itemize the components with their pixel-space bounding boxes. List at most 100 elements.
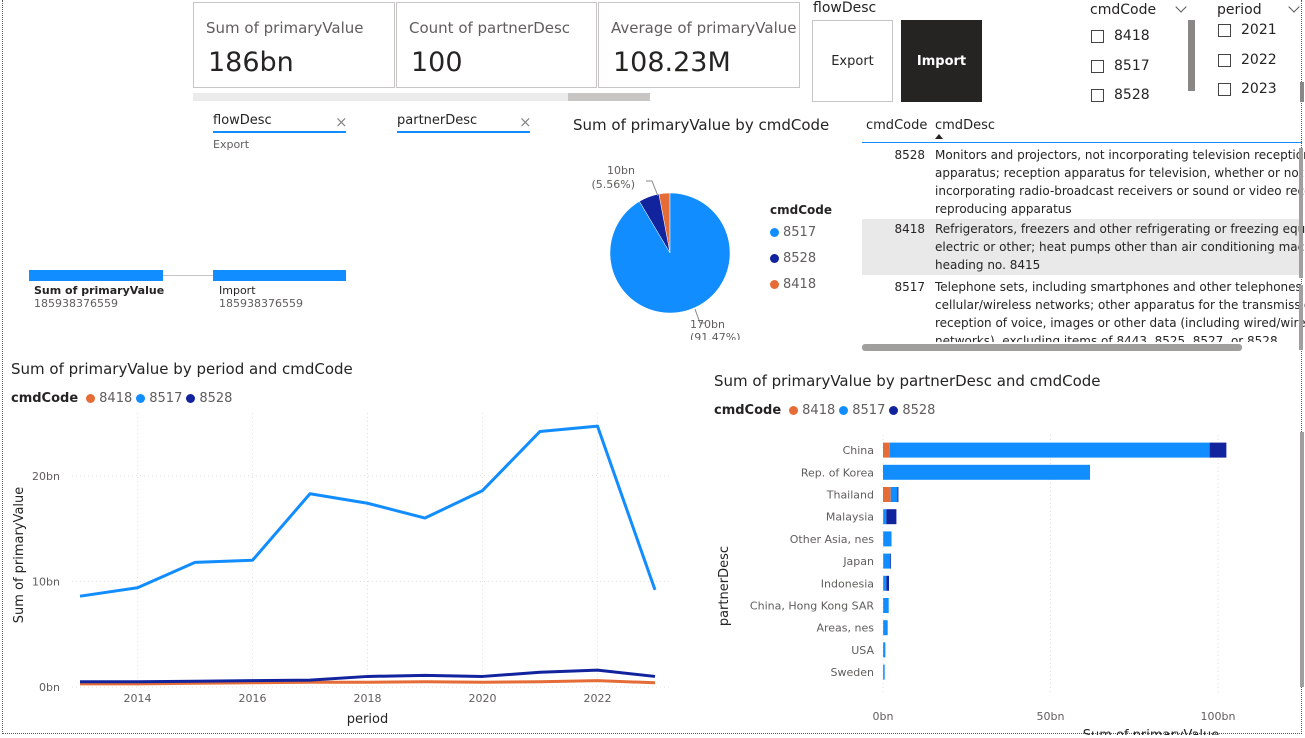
legend-item[interactable]: 8517 [852, 403, 885, 418]
pie-data-label: (91.47%) [690, 331, 741, 340]
kpi-label: Sum of primaryValue [206, 19, 364, 37]
clear-icon[interactable]: × [335, 113, 348, 131]
table-scrollbar-horizontal[interactable] [862, 344, 1242, 351]
period-option[interactable]: 2021 [1218, 22, 1277, 38]
pie-legend-item[interactable]: 8418 [770, 277, 816, 292]
horizontal-scrollbar-thumb[interactable] [568, 93, 650, 101]
bar-segment-8517[interactable] [884, 509, 887, 525]
table-header-desc[interactable]: cmdDesc [935, 118, 995, 133]
bar-segment-8528[interactable] [886, 509, 897, 525]
line-legend: cmdCode 8418 8517 8528 [11, 391, 233, 406]
bar-segment-8517[interactable] [883, 642, 886, 658]
slicer-scrollbar[interactable] [1300, 82, 1304, 102]
bar-segment-8517[interactable] [883, 664, 885, 680]
bar-segment-8418[interactable] [883, 487, 891, 502]
decomp-node-value: 185938376559 [219, 297, 303, 310]
bar-segment-8418[interactable] [883, 509, 885, 525]
bar-segment-8528[interactable] [890, 553, 892, 569]
table-cell-desc: Monitors and projectors, not incorporati… [935, 148, 1305, 216]
period-option[interactable]: 2023 [1218, 81, 1277, 97]
x-axis-title: period [347, 712, 388, 727]
cmdcode-option[interactable]: 8528 [1091, 87, 1150, 103]
bar-segment-8528[interactable] [1209, 442, 1227, 458]
bar-segment-8418[interactable] [883, 442, 890, 458]
y-tick-label: Other Asia, nes [790, 533, 875, 546]
legend-dot-icon [770, 280, 779, 289]
bar-chart-title: Sum of primaryValue by partnerDesc and c… [714, 372, 1101, 390]
legend-dot-icon [839, 406, 849, 415]
partner-filter-underline[interactable] [397, 131, 530, 133]
slicer-scrollbar[interactable] [1188, 20, 1195, 91]
y-tick-label: Rep. of Korea [801, 466, 874, 479]
kpi-value: 100 [411, 47, 463, 78]
kpi-value: 186bn [208, 47, 294, 78]
table-scrollbar-vertical[interactable] [1299, 148, 1303, 278]
checkbox[interactable] [1091, 29, 1104, 43]
legend-item[interactable]: 8517 [149, 391, 182, 406]
kpi-card-count[interactable]: Count of partnerDesc 100 [396, 2, 597, 88]
checkbox[interactable] [1091, 59, 1104, 73]
pie-leader-line[interactable] [646, 180, 659, 197]
pie-legend-item[interactable]: 8528 [770, 251, 816, 266]
y-axis-title: partnerDesc [717, 546, 732, 626]
checkbox[interactable] [1091, 88, 1104, 102]
line-series-8517[interactable] [79, 424, 657, 598]
pie-data-label: (5.56%) [591, 178, 635, 191]
bar-segment-8517[interactable] [883, 598, 889, 613]
table-header-code[interactable]: cmdCode [866, 118, 927, 133]
export-button[interactable]: Export [812, 20, 893, 102]
line-chart[interactable]: 0bn 10bn 20bn 2014 2016 2018 2020 2022 period Sum… [0, 405, 700, 735]
decomp-node-label: Sum of primaryValue [34, 284, 165, 297]
legend-dot-icon [789, 406, 799, 415]
pie-slice-8517[interactable] [609, 192, 731, 314]
cmdcode-option[interactable]: 8517 [1091, 58, 1150, 74]
clear-icon[interactable]: × [519, 113, 532, 131]
table-cell-code: 8418 [894, 222, 925, 236]
bar-segment-8528[interactable] [897, 487, 899, 502]
sort-ascending-icon[interactable] [935, 134, 943, 139]
bar-chart-scrollbar[interactable] [1300, 432, 1304, 687]
bar-segment-8517[interactable] [883, 531, 892, 547]
y-tick-label: 0bn [39, 681, 60, 694]
legend-item[interactable]: 8528 [902, 403, 935, 418]
flow-filter-underline[interactable] [213, 131, 346, 133]
period-option[interactable]: 2022 [1218, 52, 1277, 68]
x-tick-label: 2018 [354, 692, 382, 705]
x-tick-label: 2016 [239, 692, 267, 705]
bar-segment-8517[interactable] [883, 553, 891, 569]
bar-segment-8517[interactable] [884, 575, 887, 591]
bar-chart[interactable]: 0bn 50bn 100bn China Rep. of Korea Thailand Ma… [700, 420, 1300, 735]
cmdcode-option[interactable]: 8418 [1091, 28, 1150, 44]
import-button[interactable]: Import [901, 20, 982, 102]
bar-segment-8517[interactable] [883, 464, 1091, 480]
table-scrollbar-vertical-2[interactable] [1299, 285, 1303, 350]
checkbox[interactable] [1218, 82, 1231, 96]
kpi-card-sum[interactable]: Sum of primaryValue 186bn [193, 2, 395, 88]
decomp-node-value: 185938376559 [34, 297, 118, 310]
x-tick-label: 50bn [1037, 710, 1065, 723]
table-cell-code: 8517 [894, 280, 925, 294]
bar-segment-8517[interactable] [890, 487, 898, 502]
pie-chart[interactable]: 10bn(5.56%) 170bn(91.47%) [560, 140, 860, 340]
checkbox[interactable] [1218, 23, 1231, 37]
table-cell-desc: Telephone sets, including smartphones an… [935, 280, 1305, 342]
decomp-bar-import[interactable] [213, 270, 346, 281]
flow-slicer-title: flowDesc [813, 0, 877, 16]
legend-item[interactable]: 8418 [802, 403, 835, 418]
legend-item[interactable]: 8528 [199, 391, 232, 406]
period-slicer-title: period [1217, 2, 1262, 18]
y-tick-label: China, Hong Kong SAR [750, 600, 874, 613]
bar-segment-8528[interactable] [886, 575, 890, 591]
bar-segment-8418[interactable] [883, 531, 884, 547]
checkbox[interactable] [1218, 53, 1231, 67]
bar-segment-8517[interactable] [883, 620, 888, 636]
pie-legend-item[interactable]: 8517 [770, 225, 816, 240]
y-axis-title: Sum of primaryValue [12, 487, 27, 624]
bar-segment-8517[interactable] [889, 442, 1210, 458]
decomp-bar-root[interactable] [29, 270, 163, 281]
bar-segment-8418[interactable] [883, 553, 884, 569]
x-tick-label: 2020 [469, 692, 497, 705]
bar-segment-8418[interactable] [883, 575, 885, 591]
legend-item[interactable]: 8418 [99, 391, 132, 406]
kpi-card-average[interactable]: Average of primaryValue 108.23M [598, 2, 800, 88]
